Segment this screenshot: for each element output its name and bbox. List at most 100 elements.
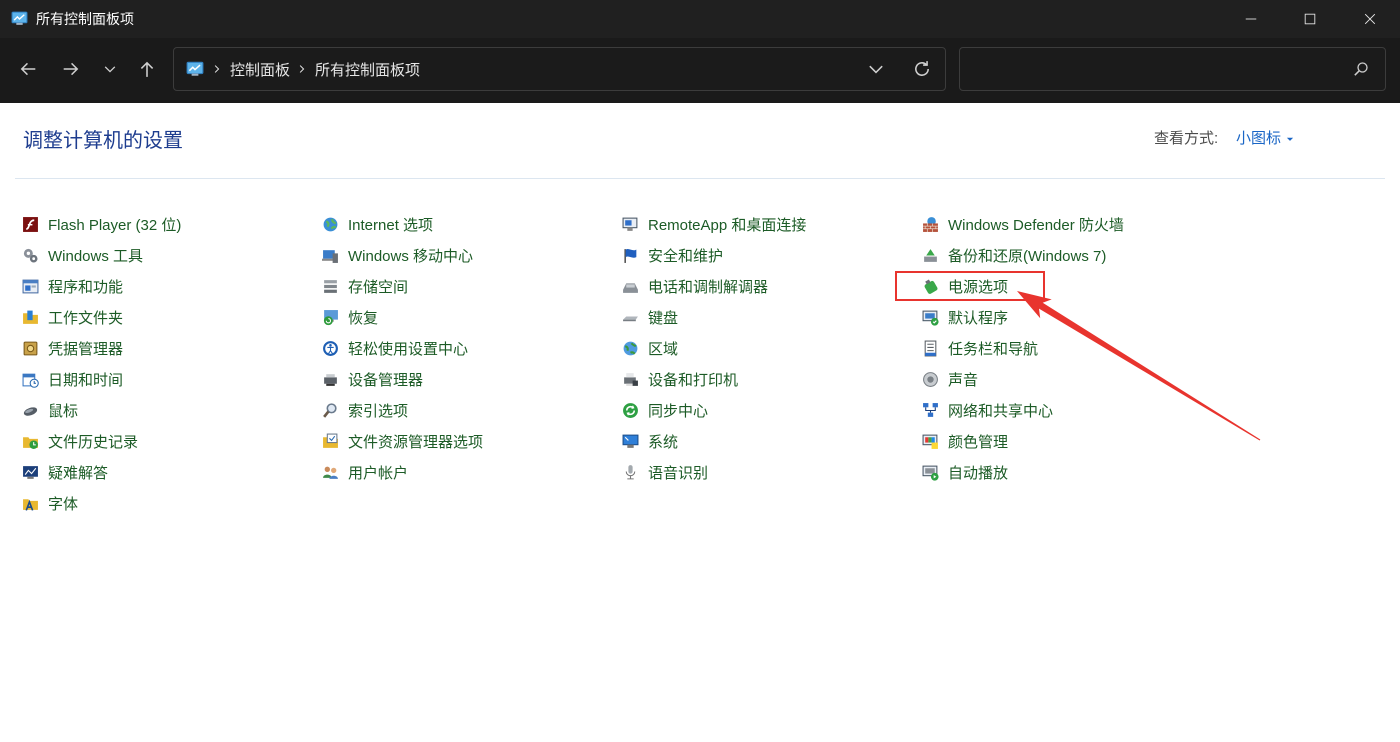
- cp-item-color-management[interactable]: 颜色管理: [922, 426, 1222, 457]
- chevron-down-icon[interactable]: [867, 60, 885, 78]
- view-mode-dropdown[interactable]: 小图标: [1236, 129, 1295, 149]
- cp-item-file-explorer-options[interactable]: 文件资源管理器选项: [322, 426, 622, 457]
- mouse-icon: [22, 402, 39, 419]
- cp-item-autoplay[interactable]: 自动播放: [922, 457, 1222, 488]
- cp-item-security-maintenance[interactable]: 安全和维护: [622, 240, 922, 271]
- cp-item-recovery[interactable]: 恢复: [322, 302, 622, 333]
- cp-item-storage-spaces[interactable]: 存储空间: [322, 271, 622, 302]
- up-button[interactable]: [129, 51, 165, 87]
- cp-item-windows-tools[interactable]: Windows 工具: [22, 240, 322, 271]
- region-icon: [622, 340, 639, 357]
- speech-recognition-icon: [622, 464, 639, 481]
- internet-options-icon: [322, 216, 339, 233]
- keyboard-icon: [622, 309, 639, 326]
- ease-of-access-icon: [322, 340, 339, 357]
- cp-item-flash-player[interactable]: Flash Player (32 位): [22, 209, 322, 240]
- cp-item-keyboard[interactable]: 键盘: [622, 302, 922, 333]
- cp-item-ease-of-access[interactable]: 轻松使用设置中心: [322, 333, 622, 364]
- cp-item-sync-center[interactable]: 同步中心: [622, 395, 922, 426]
- recovery-icon: [322, 309, 339, 326]
- cp-item-power-options[interactable]: 电源选项: [895, 271, 1222, 302]
- refresh-icon[interactable]: [913, 60, 931, 78]
- cp-item-file-history[interactable]: 文件历史记录: [22, 426, 322, 457]
- devices-printers-icon: [622, 371, 639, 388]
- cp-item-sound[interactable]: 声音: [922, 364, 1222, 395]
- flash-player-icon: [22, 216, 39, 233]
- cp-item-label: 字体: [48, 496, 79, 513]
- back-button[interactable]: [10, 51, 46, 87]
- cp-item-network-sharing[interactable]: 网络和共享中心: [922, 395, 1222, 426]
- chevron-right-icon[interactable]: [297, 63, 307, 75]
- cp-item-label: 文件历史记录: [48, 434, 139, 451]
- cp-item-label: 任务栏和导航: [948, 341, 1039, 358]
- cp-item-taskbar-navigation[interactable]: 任务栏和导航: [922, 333, 1222, 364]
- system-icon: [622, 433, 639, 450]
- work-folders-icon: [22, 309, 39, 326]
- cp-item-label: 声音: [948, 372, 979, 389]
- cp-item-label: 用户帐户: [348, 465, 409, 482]
- close-icon: [1363, 12, 1377, 26]
- view-by-label: 查看方式:: [1154, 130, 1219, 147]
- cp-item-default-programs[interactable]: 默认程序: [922, 302, 1222, 333]
- cp-item-work-folders[interactable]: 工作文件夹: [22, 302, 322, 333]
- cp-item-device-manager[interactable]: 设备管理器: [322, 364, 622, 395]
- search-input[interactable]: [970, 54, 1340, 84]
- windows-tools-icon: [22, 247, 39, 264]
- search-box[interactable]: [959, 47, 1386, 91]
- cp-item-label: 同步中心: [648, 403, 709, 420]
- page-title: 调整计算机的设置: [23, 130, 183, 152]
- cp-item-label: 日期和时间: [48, 372, 124, 389]
- up-arrow-icon: [138, 60, 156, 78]
- cp-item-indexing-options[interactable]: 索引选项: [322, 395, 622, 426]
- sound-icon: [922, 371, 939, 388]
- default-programs-icon: [922, 309, 939, 326]
- cp-item-backup-restore[interactable]: 备份和还原(Windows 7): [922, 240, 1222, 271]
- cp-item-label: 安全和维护: [648, 248, 724, 265]
- cp-item-system[interactable]: 系统: [622, 426, 922, 457]
- user-accounts-icon: [322, 464, 339, 481]
- backup-restore-icon: [922, 247, 939, 264]
- cp-item-internet-options[interactable]: Internet 选项: [322, 209, 622, 240]
- control-panel-icon[interactable]: [185, 60, 205, 78]
- cp-item-credential-manager[interactable]: 凭据管理器: [22, 333, 322, 364]
- recent-locations-chevron-icon: [103, 62, 117, 76]
- date-time-icon: [22, 371, 39, 388]
- items-column: Internet 选项 Windows 移动中心 存储空间 恢复轻松使用设置中心设备管…: [322, 209, 622, 519]
- forward-button[interactable]: [53, 51, 89, 87]
- items-column: RemoteApp 和桌面连接安全和维护电话和调制解调器 键盘区域设备和打印机 同步…: [622, 209, 922, 519]
- breadcrumb-item-all-items[interactable]: 所有控制面板项: [315, 59, 420, 80]
- cp-item-label: Internet 选项: [348, 217, 434, 234]
- cp-item-label: 区域: [648, 341, 679, 358]
- cp-item-devices-printers[interactable]: 设备和打印机: [622, 364, 922, 395]
- items-column: Windows Defender 防火墙 备份和还原(Windows 7) 电源选项…: [895, 209, 1222, 519]
- cp-item-firewall[interactable]: Windows Defender 防火墙: [922, 209, 1222, 240]
- close-button[interactable]: [1340, 0, 1400, 38]
- cp-item-phone-modem[interactable]: 电话和调制解调器: [622, 271, 922, 302]
- cp-item-fonts[interactable]: 字体: [22, 488, 322, 519]
- search-icon[interactable]: [1353, 61, 1369, 77]
- cp-item-region[interactable]: 区域: [622, 333, 922, 364]
- cp-item-troubleshooting[interactable]: 疑难解答: [22, 457, 322, 488]
- maximize-button[interactable]: [1281, 0, 1339, 38]
- chevron-right-icon[interactable]: [212, 63, 222, 75]
- cp-item-programs-features[interactable]: 程序和功能: [22, 271, 322, 302]
- cp-item-remoteapp[interactable]: RemoteApp 和桌面连接: [622, 209, 922, 240]
- cp-item-mouse[interactable]: 鼠标: [22, 395, 322, 426]
- color-management-icon: [922, 433, 939, 450]
- cp-item-label: 系统: [648, 434, 679, 451]
- address-bar[interactable]: 控制面板 所有控制面板项: [173, 47, 946, 91]
- breadcrumb-item-control-panel[interactable]: 控制面板: [230, 59, 290, 80]
- view-mode-value[interactable]: 小图标: [1236, 129, 1281, 149]
- cp-item-label: 轻松使用设置中心: [348, 341, 469, 358]
- device-manager-icon: [322, 371, 339, 388]
- title-bar[interactable]: 所有控制面板项: [0, 0, 1400, 38]
- cp-item-label: 设备和打印机: [648, 372, 739, 389]
- cp-item-user-accounts[interactable]: 用户帐户: [322, 457, 622, 488]
- autoplay-icon: [922, 464, 939, 481]
- cp-item-date-time[interactable]: 日期和时间: [22, 364, 322, 395]
- cp-item-mobility-center[interactable]: Windows 移动中心: [322, 240, 622, 271]
- minimize-button[interactable]: [1222, 0, 1280, 38]
- cp-item-speech-recognition[interactable]: 语音识别: [622, 457, 922, 488]
- fonts-icon: [22, 495, 39, 512]
- recent-locations-button[interactable]: [92, 51, 128, 87]
